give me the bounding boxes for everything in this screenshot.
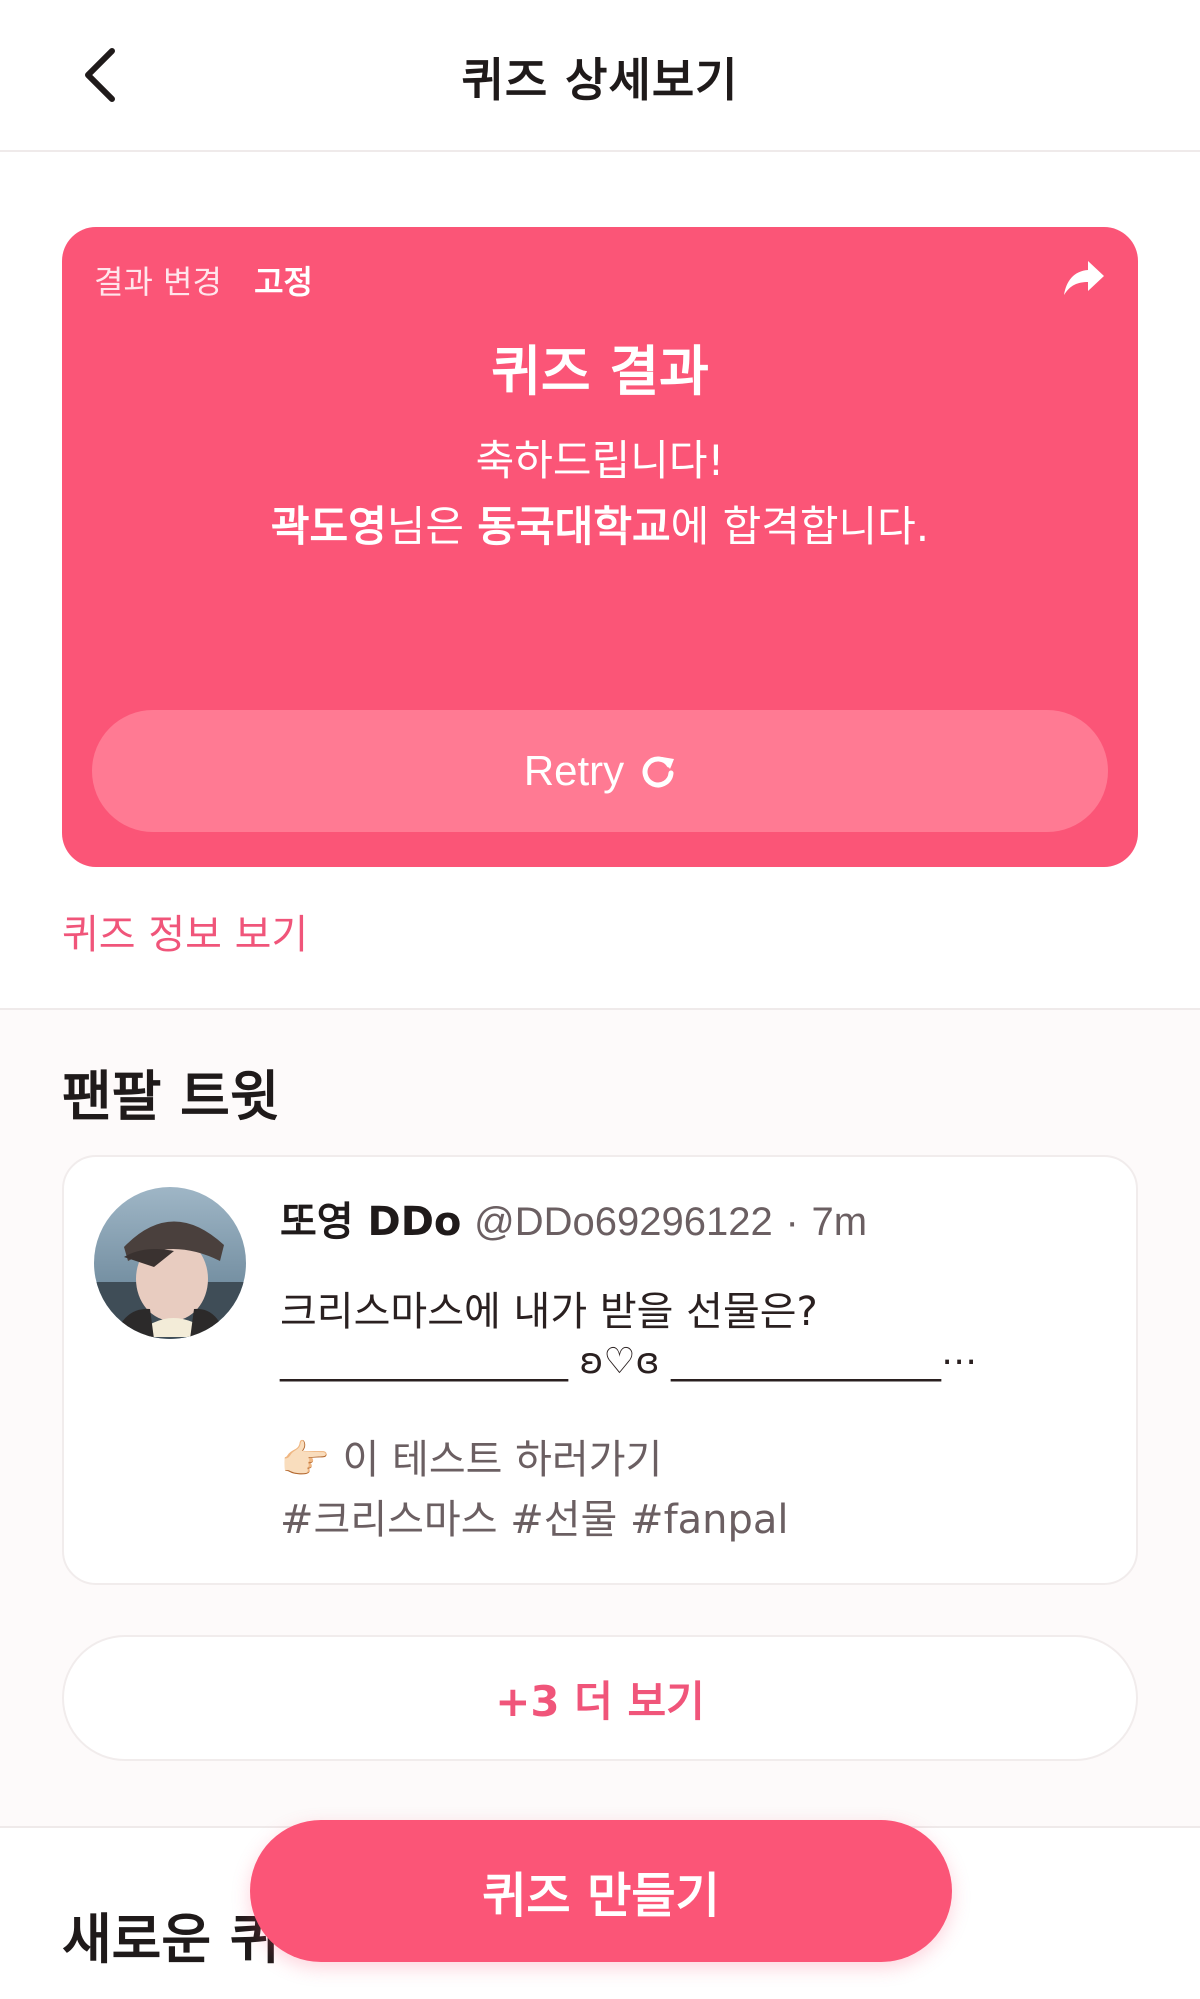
create-quiz-button[interactable]: 퀴즈 만들기 (250, 1820, 952, 1962)
tweet-card[interactable]: 또영 DDo @DDo69296122 · 7m 크리스마스에 내가 받을 선물… (62, 1155, 1138, 1585)
result-text-mid: 님은 (386, 502, 478, 551)
result-title: 퀴즈 결과 (491, 340, 709, 403)
tweet-author-handle[interactable]: @DDo69296122 (474, 1200, 773, 1244)
new-quiz-title: 새로운 퀴 (62, 1908, 280, 1971)
tweet-header: 또영 DDo @DDo69296122 · 7m (280, 1189, 867, 1247)
top-bar: 퀴즈 상세보기 (0, 0, 1200, 152)
fix-result-button[interactable]: 고정 (254, 263, 313, 301)
share-arrow-icon (1064, 261, 1104, 295)
result-school: 동국대학교 (477, 502, 671, 551)
more-tweets-button[interactable]: +3 더 보기 (62, 1635, 1138, 1761)
page-title: 퀴즈 상세보기 (461, 53, 739, 107)
tweet-text-line1: 크리스마스에 내가 받을 선물은? (280, 1289, 818, 1335)
tweet-text-line2: ________________ ʚ♡ɞ _______________⋯ (280, 1341, 977, 1382)
result-options: 결과 변경 고정 (94, 257, 313, 303)
tweet-hashtags[interactable]: #크리스마스 #선물 #fanpal (280, 1487, 789, 1545)
quiz-result-card: 결과 변경 고정 퀴즈 결과 축하드립니다! 곽도영님은 동국대학교에 합격합니… (62, 227, 1138, 867)
tweet-separator: · (785, 1200, 799, 1244)
result-message: 곽도영님은 동국대학교에 합격합니다. (62, 493, 1138, 554)
change-result-button[interactable]: 결과 변경 (94, 263, 222, 301)
tweet-time: 7m (811, 1200, 868, 1244)
result-text-end: 에 합격합니다. (670, 502, 930, 551)
avatar[interactable] (94, 1187, 246, 1339)
share-button[interactable] (1060, 255, 1108, 303)
result-user-name: 곽도영 (270, 502, 387, 551)
retry-label: Retry (523, 747, 625, 794)
tweet-text-line3: 👉🏻 이 테스트 하러가기 (280, 1437, 663, 1483)
retry-button[interactable]: Retry (92, 710, 1108, 832)
quiz-result-section: 결과 변경 고정 퀴즈 결과 축하드립니다! 곽도영님은 동국대학교에 합격합니… (0, 152, 1200, 1010)
result-congrats: 축하드립니다! (475, 436, 725, 485)
fanpal-tweet-title: 팬팔 트윗 (62, 1065, 280, 1128)
quiz-info-link[interactable]: 퀴즈 정보 보기 (62, 902, 308, 960)
tweet-author-name[interactable]: 또영 DDo (280, 1199, 461, 1245)
refresh-icon (642, 756, 675, 788)
